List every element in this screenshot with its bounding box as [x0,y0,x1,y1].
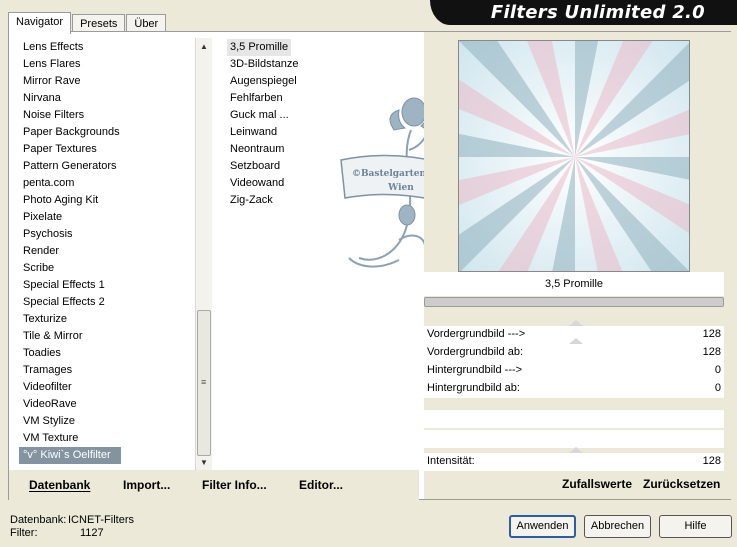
filter-item[interactable]: Guck mal ... [227,107,292,124]
app-title: Filters Unlimited 2.0 [490,2,705,23]
category-item[interactable]: Lens Flares [19,56,194,73]
category-item[interactable]: Pixelate [19,209,194,226]
category-item[interactable]: Paper Textures [19,141,194,158]
param-value: 128 [702,346,721,358]
watermark-line1: ©Bastelgarten [352,169,427,179]
filter-info-link[interactable]: Filter Info... [202,478,267,492]
cancel-button[interactable]: Abbrechen [584,515,651,538]
filter-item[interactable]: Leinwand [227,124,280,141]
param-row[interactable]: Hintergrundbild ---> 0 [424,362,724,380]
progress-bar [424,297,724,307]
help-button[interactable]: Hilfe [659,515,732,538]
param-value: 0 [714,364,721,376]
db-value: ICNET-Filters [68,514,134,526]
category-item[interactable]: penta.com [19,175,194,192]
category-item[interactable]: Tile & Mirror [19,328,194,345]
right-panel: 3,5 Promille Vordergrundbild ---> 128 Vord… [424,32,732,499]
tab-bar: Navigator Presets Über [8,12,167,34]
category-item[interactable]: Special Effects 2 [19,294,194,311]
param-slider-knob[interactable] [569,338,583,344]
category-item[interactable]: Psychosis [19,226,194,243]
category-list: Lens Effects Lens Flares Mirror Rave Nirvan… [19,39,194,464]
filter-item[interactable]: Fehlfarben [227,90,286,107]
param-row[interactable]: Hintergrundbild ab: 0 [424,380,724,398]
db-label: Datenbank: [10,514,67,526]
param-value: 0 [714,382,721,394]
category-item[interactable]: Videofilter [19,379,194,396]
intensity-slider-knob[interactable] [569,447,583,453]
main-panel: Lens Effects Lens Flares Mirror Rave Nirvan… [8,31,732,500]
scroll-up-icon[interactable]: ▲ [196,40,212,54]
watermark-line2: Wien [387,183,414,193]
reset-button[interactable]: Zurücksetzen [643,477,720,491]
param-empty-row [424,430,724,448]
filter-preview [458,40,690,272]
filter-item[interactable]: Neontraum [227,141,287,158]
category-item[interactable]: Mirror Rave [19,73,194,90]
preview-filter-name: 3,5 Promille [424,272,724,296]
editor-link[interactable]: Editor... [299,478,343,492]
intensity-value: 128 [702,455,721,467]
category-item[interactable]: Texturize [19,311,194,328]
status-area: Datenbank: ICNET-Filters Filter: 1127 [10,514,134,540]
grip-icon: ≡ [201,377,207,387]
param-label: Vordergrundbild ab: [427,346,524,358]
category-item[interactable]: °v° Kiwi`s Oelfilter [19,447,121,464]
param-empty-row [424,410,724,428]
param-slider-knob[interactable] [569,320,583,326]
category-item[interactable]: Scribe [19,260,194,277]
category-item[interactable]: VideoRave [19,396,194,413]
category-item[interactable]: Paper Backgrounds [19,124,194,141]
intensity-label: Intensität: [427,455,475,467]
filter-item[interactable]: Zig-Zack [227,192,276,209]
category-item[interactable]: VM Stylize [19,413,194,430]
intensity-row[interactable]: Intensität: 128 [424,447,724,471]
filter-item[interactable]: 3D-Bildstanze [227,56,301,73]
category-item[interactable]: Lens Effects [19,39,194,56]
param-list: Vordergrundbild ---> 128 Vordergrundbild a… [424,320,724,448]
category-item[interactable]: Nirvana [19,90,194,107]
preview-image [459,41,689,271]
category-item[interactable]: VM Texture [19,430,194,447]
category-item[interactable]: Photo Aging Kit [19,192,194,209]
app-banner: Filters Unlimited 2.0 [430,0,737,25]
random-values-button[interactable]: Zufallswerte [562,477,632,491]
filter-count-value: 1127 [80,527,104,539]
param-label: Vordergrundbild ---> [427,328,526,340]
bottom-link-bar: Datenbank Import... Filter Info... Edito… [9,470,419,500]
tab-navigator[interactable]: Navigator [8,12,72,34]
datenbank-link[interactable]: Datenbank [29,478,90,492]
param-label: Hintergrundbild ---> [427,364,523,376]
category-item[interactable]: Noise Filters [19,107,194,124]
filter-item[interactable]: Setzboard [227,158,283,175]
scroll-down-icon[interactable]: ▼ [196,456,212,470]
param-label: Hintergrundbild ab: [427,382,520,394]
filter-count-label: Filter: [10,527,38,539]
scrollbar-thumb[interactable]: ≡ [197,310,211,456]
import-link[interactable]: Import... [123,478,170,492]
category-scrollbar[interactable]: ▲ ≡ ▼ [195,38,212,470]
category-item[interactable]: Render [19,243,194,260]
param-row[interactable]: Vordergrundbild ab: 128 [424,338,724,362]
category-item[interactable]: Special Effects 1 [19,277,194,294]
filter-item[interactable]: 3,5 Promille [227,39,292,56]
apply-button[interactable]: Anwenden [509,515,576,538]
category-item[interactable]: Tramages [19,362,194,379]
filter-item[interactable]: Augenspiegel [227,73,300,90]
category-item[interactable]: Toadies [19,345,194,362]
category-item[interactable]: Pattern Generators [19,158,194,175]
param-value: 128 [702,328,721,340]
filter-item[interactable]: Videowand [227,175,287,192]
